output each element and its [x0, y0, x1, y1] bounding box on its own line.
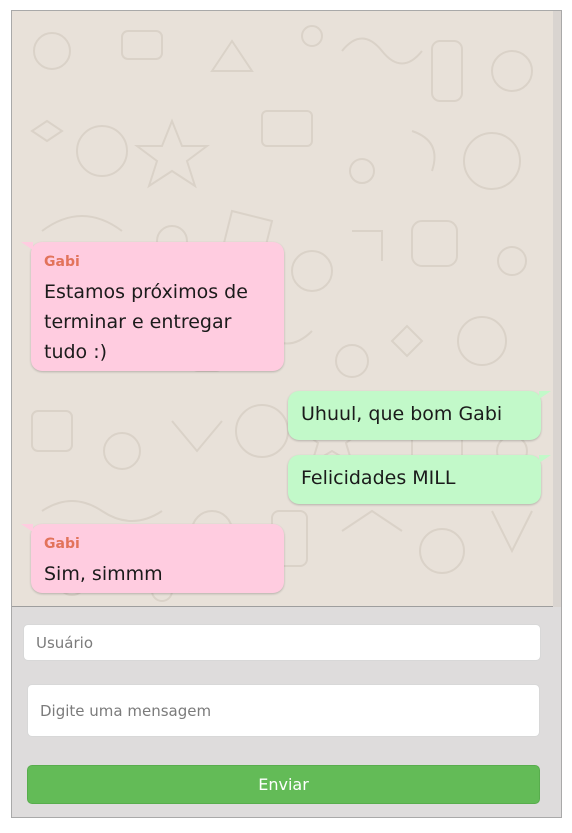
bubble-tail [21, 524, 33, 532]
chat-window: Gabi Estamos próximos de terminar e entr… [11, 10, 562, 818]
username-input[interactable] [23, 624, 541, 661]
send-button[interactable]: Enviar [27, 765, 540, 804]
message-author: Gabi [44, 536, 80, 552]
message-bubble-outgoing: Felicidades MILL [288, 455, 551, 504]
bubble-tail [539, 391, 551, 399]
message-input[interactable] [27, 684, 540, 737]
bubble-tail [21, 242, 33, 250]
message-text: Felicidades MILL [301, 467, 456, 489]
message-author: Gabi [44, 254, 80, 270]
chat-scrollbar[interactable] [553, 11, 561, 607]
message-bubble-incoming: Gabi Estamos próximos de terminar e entr… [21, 242, 284, 371]
message-text: Uhuul, que bom Gabi [301, 403, 503, 425]
bubble-tail [539, 455, 551, 463]
message-text: Estamos próximos de terminar e entregar … [44, 281, 248, 363]
chat-messages-area[interactable]: Gabi Estamos próximos de terminar e entr… [12, 11, 553, 607]
message-text: Sim, simmm [44, 563, 163, 585]
message-bubble-incoming: Gabi Sim, simmm [21, 524, 284, 593]
message-bubble-outgoing: Uhuul, que bom Gabi [288, 391, 551, 440]
